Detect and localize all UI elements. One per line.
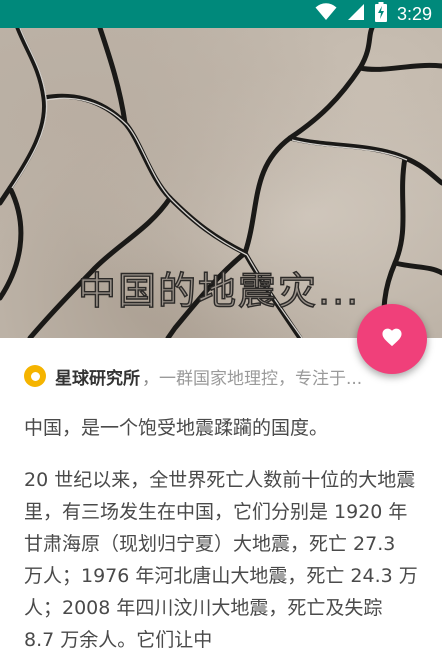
signal-icon (347, 3, 365, 25)
wifi-icon (315, 3, 337, 25)
author-name[interactable]: 星球研究所 (55, 364, 140, 389)
heart-icon (381, 327, 403, 351)
status-bar: 3:29 (0, 0, 442, 28)
author-badge-icon (24, 365, 46, 387)
like-button[interactable] (357, 304, 427, 374)
status-time: 3:29 (396, 3, 432, 24)
author-separator: ， (142, 368, 159, 389)
article-paragraph: 20 世纪以来，全世界死亡人数前十位的大地震里，有三场发生在中国，它们分别是 1… (24, 469, 418, 651)
battery-charging-icon (374, 2, 387, 26)
article-title: 中国的地震灾... (78, 268, 361, 310)
author-row[interactable]: 星球研究所 ， 一群国家地理控，专注于... (24, 362, 409, 390)
status-icons: 3:29 (315, 0, 432, 28)
hero-image[interactable]: 中国的地震灾... (0, 28, 442, 338)
article-body: 中国，是一个饱受地震蹂躏的国度。 20 世纪以来，全世界死亡人数前十位的大地震里… (24, 412, 418, 656)
author-description: 一群国家地理控，专注于... (159, 368, 363, 389)
article-paragraph: 中国，是一个饱受地震蹂躏的国度。 (24, 417, 329, 439)
